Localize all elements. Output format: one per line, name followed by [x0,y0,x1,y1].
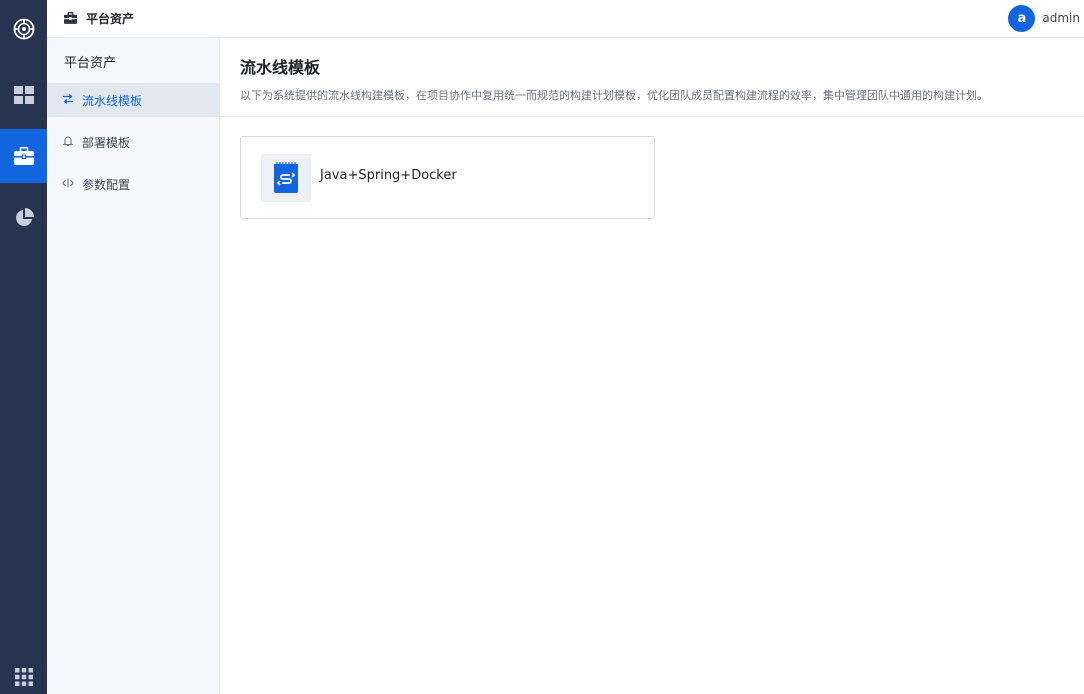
rail-logo[interactable] [0,2,47,56]
header-title: 平台资产 [86,12,135,26]
top-header: 平台资产 a admin [47,0,1084,38]
sidebar-item-label: 部署模板 [82,135,131,150]
code-icon [62,177,82,192]
app-root: 平台资产 a admin 平台资产 流水线模板 部署模板 参数配置 流水线模板 … [0,0,1084,694]
secondary-sidebar: 平台资产 流水线模板 部署模板 参数配置 [47,38,220,694]
template-icon [261,154,311,202]
apps-grid-icon [14,668,33,686]
main-content: 流水线模板 以下为系统提供的流水线构建模板，在项目协作中复用统一而规范的构建计划… [220,38,1084,694]
briefcase-icon [13,147,34,165]
user-menu[interactable]: a admin [1008,4,1080,32]
username[interactable]: admin [1042,11,1080,25]
left-rail [0,0,47,694]
rail-item-dashboard[interactable] [0,68,47,122]
rail-item-statistics[interactable] [0,191,47,245]
sidebar-item-label: 流水线模板 [82,93,143,108]
sidebar-item-deploy-templates[interactable]: 部署模板 [47,125,219,159]
briefcase-icon [64,9,86,28]
template-card-label: Java+Spring+Docker [320,168,457,183]
sidebar-item-label: 参数配置 [82,177,131,192]
rail-item-assets[interactable] [0,129,47,183]
avatar[interactable]: a [1008,4,1036,32]
rail-item-apps[interactable] [0,650,47,694]
bell-icon [62,135,82,150]
dashboard-grid-icon [13,86,34,104]
logo-icon [13,18,35,40]
page-header: 流水线模板 以下为系统提供的流水线构建模板，在项目协作中复用统一而规范的构建计划… [220,38,1084,117]
sidebar-item-parameters[interactable]: 参数配置 [47,167,219,201]
pie-chart-icon [14,208,34,228]
sidebar-item-pipeline-templates[interactable]: 流水线模板 [47,83,219,117]
page-title: 流水线模板 [240,58,321,77]
pipeline-icon [62,93,82,108]
sidebar-title: 平台资产 [64,56,117,71]
page-description: 以下为系统提供的流水线构建模板，在项目协作中复用统一而规范的构建计划模板，优化团… [240,89,988,102]
header-title-group: 平台资产 [64,0,134,37]
template-card[interactable]: Java+Spring+Docker [240,136,655,219]
